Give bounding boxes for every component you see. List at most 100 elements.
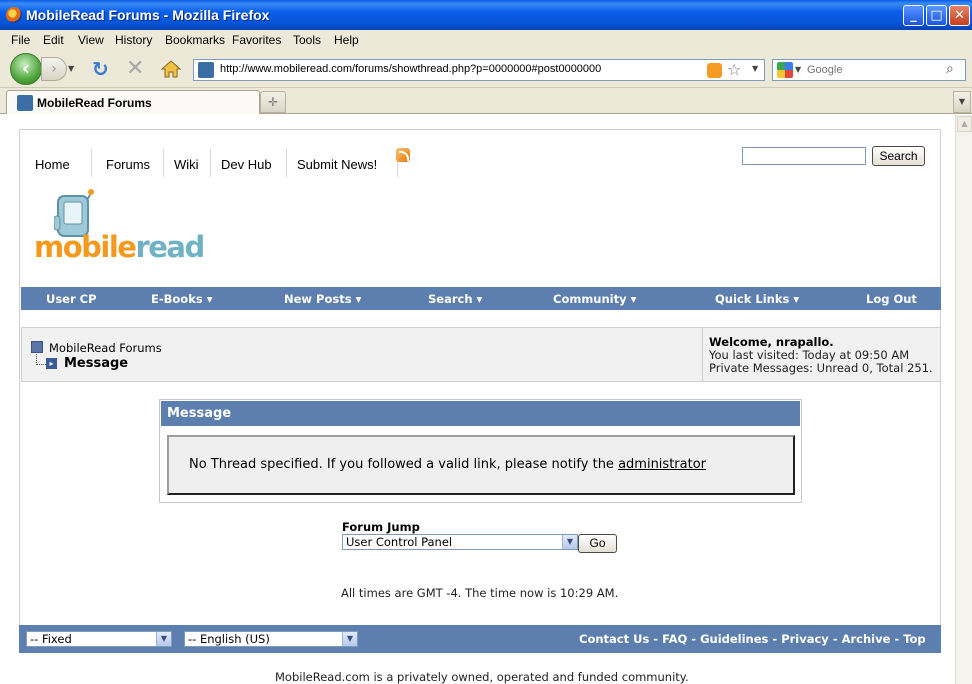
stop-icon[interactable]: ✕	[126, 58, 144, 80]
tab-bar: MobileRead Forums ✛ ▼	[0, 88, 972, 114]
welcome-panel: Welcome, nrapallo. You last visited: Tod…	[702, 328, 940, 381]
breadcrumb-tree-line	[36, 354, 46, 365]
breadcrumb-arrow-icon: ▸	[46, 358, 57, 369]
style-select[interactable]: -- Fixed ▼	[26, 631, 172, 647]
bookmark-star-icon[interactable]: ☆	[727, 60, 741, 79]
vertical-scrollbar[interactable]: ▲	[955, 115, 972, 684]
nav-divider	[210, 149, 211, 177]
rss-icon[interactable]	[396, 148, 410, 162]
close-button[interactable]: ✕	[949, 5, 970, 26]
menu-favorites[interactable]: Favorites	[232, 33, 281, 47]
nav-forums[interactable]: Forums	[106, 157, 150, 172]
tab-label: MobileRead Forums	[37, 96, 152, 110]
breadcrumb-box: ▸ MobileRead Forums Message Welcome, nra…	[21, 327, 941, 382]
nav-divider	[163, 149, 164, 177]
administrator-link[interactable]: administrator	[618, 457, 706, 472]
site-search-button[interactable]: Search	[872, 146, 925, 166]
message-body: No Thread specified. If you followed a v…	[167, 435, 795, 495]
search-engine-dropdown-icon[interactable]: ▼	[795, 65, 801, 74]
home-icon[interactable]	[160, 58, 182, 80]
url-dropdown-icon[interactable]: ▼	[752, 64, 758, 73]
history-dropdown-icon[interactable]: ▼	[68, 64, 74, 73]
breadcrumb-root-link[interactable]: MobileRead Forums	[49, 341, 162, 355]
menu-view[interactable]: View	[78, 33, 104, 47]
menu-help[interactable]: Help	[334, 33, 359, 47]
minimize-button[interactable]: _	[903, 5, 924, 26]
last-visited-text: You last visited: Today at 09:50 AM	[709, 348, 910, 362]
maximize-button[interactable]: □	[926, 5, 947, 26]
message-title: Message	[161, 401, 800, 426]
footer-privacy[interactable]: Privacy	[781, 632, 829, 646]
footer-faq[interactable]: FAQ	[662, 632, 687, 646]
nav-submit-news[interactable]: Submit News!	[297, 157, 377, 172]
window-titlebar: MobileRead Forums - Mozilla Firefox _ □ …	[0, 0, 972, 30]
nav-quick-links[interactable]: Quick Links ▾	[715, 292, 799, 306]
nav-dev-hub[interactable]: Dev Hub	[221, 157, 272, 172]
language-select[interactable]: -- English (US) ▼	[184, 631, 358, 647]
menu-tools[interactable]: Tools	[293, 33, 321, 47]
new-tab-button[interactable]: ✛	[260, 91, 286, 113]
footer-archive[interactable]: Archive	[842, 632, 891, 646]
mobileread-logo[interactable]: mobileread	[34, 188, 205, 268]
nav-home[interactable]: Home	[35, 157, 70, 172]
scroll-up-icon[interactable]: ▲	[957, 116, 972, 132]
nav-new-posts[interactable]: New Posts ▾	[284, 292, 361, 306]
site-search-input[interactable]	[742, 147, 866, 165]
footer-links: Contact Us - FAQ - Guidelines - Privacy - Archiv…	[579, 632, 926, 646]
browser-search-bar: ▼ ⌕	[772, 59, 966, 81]
menu-bar: File Edit View History Bookmarks Favorit…	[0, 30, 972, 50]
forum-jump-select[interactable]: User Control Panel ▼	[342, 534, 578, 550]
breadcrumb-current: Message	[64, 356, 129, 371]
footer-bar: -- Fixed ▼ -- English (US) ▼ Contact Us -…	[19, 625, 941, 653]
forum-home-icon	[31, 341, 43, 353]
chevron-down-icon[interactable]: ▼	[156, 632, 171, 646]
google-icon[interactable]	[777, 62, 793, 78]
chevron-down-icon[interactable]: ▼	[342, 632, 357, 646]
ownership-text: MobileRead.com is a privately owned, ope…	[275, 670, 689, 684]
forum-jump-value: User Control Panel	[346, 535, 453, 549]
main-nav-bar: User CP E-Books ▾ New Posts ▾ Search ▾ C…	[21, 287, 941, 310]
private-messages-link[interactable]: Private Messages: Unread 0, Total 251.	[709, 361, 933, 375]
nav-ebooks[interactable]: E-Books ▾	[151, 292, 212, 306]
go-button[interactable]: Go	[578, 534, 617, 553]
menu-bookmarks[interactable]: Bookmarks	[165, 33, 225, 47]
search-icon[interactable]: ⌕	[946, 61, 954, 77]
chevron-down-icon[interactable]: ▼	[562, 535, 577, 549]
language-value: -- English (US)	[188, 632, 270, 646]
message-text: No Thread specified. If you followed a v…	[189, 457, 706, 472]
timezone-text: All times are GMT -4. The time now is 10…	[341, 586, 619, 600]
nav-wiki[interactable]: Wiki	[174, 157, 199, 172]
browser-search-input[interactable]	[807, 62, 943, 78]
forum-jump-label: Forum Jump	[342, 520, 420, 534]
tab-list-button[interactable]: ▼	[953, 91, 971, 113]
footer-contact-us[interactable]: Contact Us	[579, 632, 649, 646]
address-bar[interactable]: http://www.mobileread.com/forums/showthr…	[193, 59, 765, 81]
tab-favicon	[17, 95, 33, 111]
feed-icon[interactable]	[707, 63, 722, 78]
site-favicon	[198, 62, 214, 78]
nav-divider	[91, 149, 92, 177]
window-title: MobileRead Forums - Mozilla Firefox	[26, 7, 270, 23]
style-value: -- Fixed	[30, 632, 72, 646]
nav-log-out[interactable]: Log Out	[866, 292, 917, 306]
menu-edit[interactable]: Edit	[43, 33, 64, 47]
menu-file[interactable]: File	[11, 33, 30, 47]
menu-history[interactable]: History	[115, 33, 152, 47]
page-frame: Home Forums Wiki Dev Hub Submit News! Se…	[19, 129, 941, 629]
tab-mobileread[interactable]: MobileRead Forums	[6, 90, 260, 114]
url-text[interactable]: http://www.mobileread.com/forums/showthr…	[220, 63, 601, 75]
page-viewport: Home Forums Wiki Dev Hub Submit News! Se…	[0, 115, 955, 684]
footer-top[interactable]: Top	[903, 632, 925, 646]
footer-guidelines[interactable]: Guidelines	[700, 632, 768, 646]
nav-divider	[286, 149, 287, 177]
welcome-text: Welcome, nrapallo.	[709, 335, 834, 349]
nav-search[interactable]: Search ▾	[428, 292, 482, 306]
navigation-toolbar: ‹ › ▼ ↻ ✕ http://www.mobileread.com/foru…	[0, 50, 972, 88]
nav-community[interactable]: Community ▾	[553, 292, 636, 306]
logo-wordmark: mobileread	[34, 230, 205, 264]
reload-icon[interactable]: ↻	[92, 59, 109, 79]
back-button[interactable]: ‹	[10, 53, 42, 85]
nav-user-cp[interactable]: User CP	[46, 292, 97, 306]
forward-button[interactable]: ›	[41, 57, 67, 81]
firefox-icon	[6, 7, 22, 23]
